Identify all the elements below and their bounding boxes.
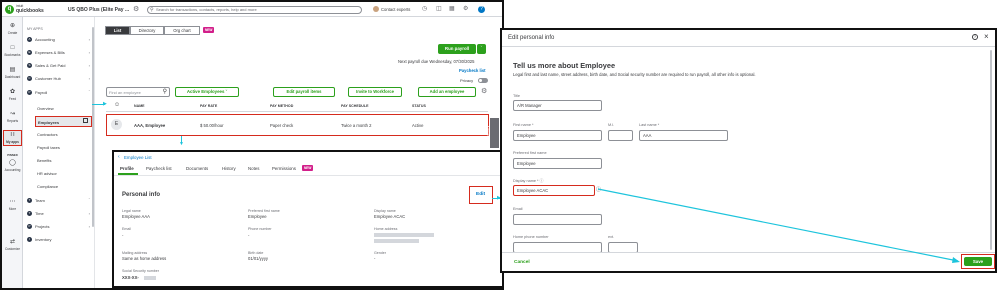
connector-arrow [597, 188, 960, 263]
